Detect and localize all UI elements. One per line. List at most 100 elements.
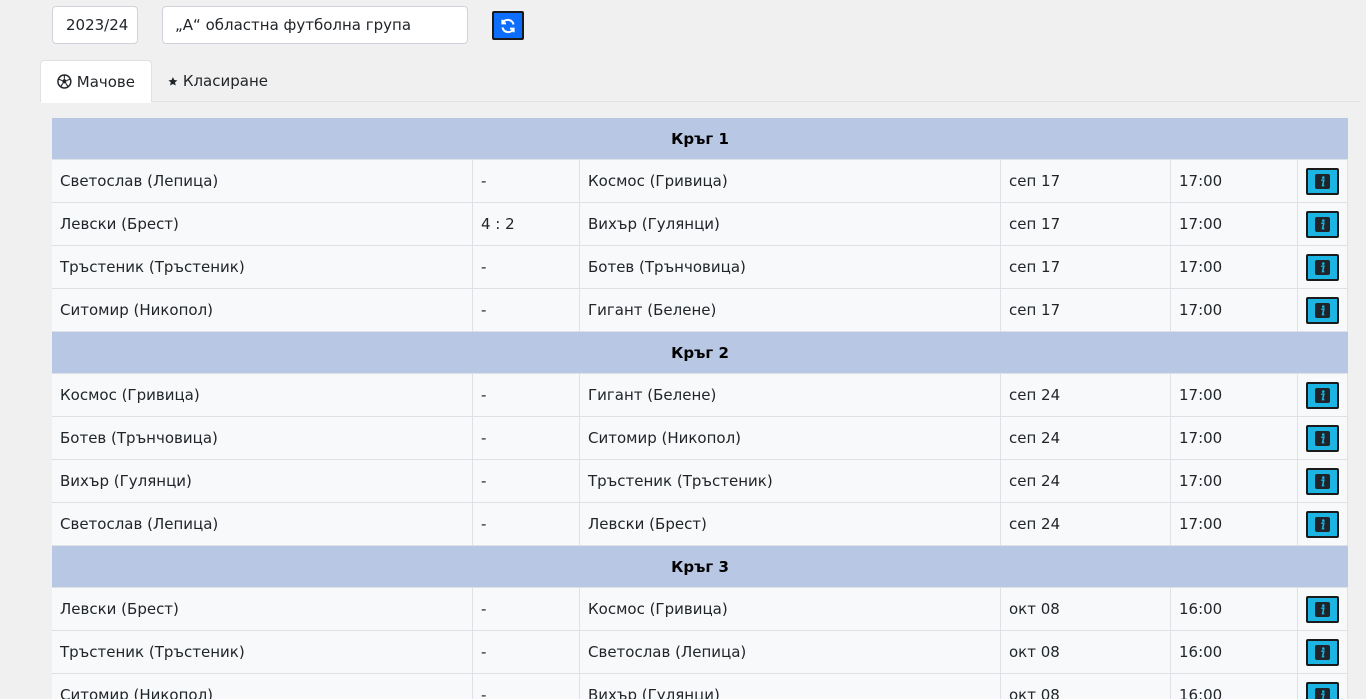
- match-info-button[interactable]: [1306, 681, 1339, 699]
- round-header: Кръг 3: [52, 546, 1348, 588]
- info-icon: [1315, 216, 1330, 232]
- match-date-cell: сеп 24: [1001, 417, 1171, 459]
- match-info-cell: [1298, 160, 1348, 202]
- round-header: Кръг 1: [52, 118, 1348, 160]
- info-icon: [1315, 687, 1330, 699]
- match-row: Космос (Гривица) - Гигант (Белене) сеп 24 17…: [52, 374, 1348, 417]
- tab-matches[interactable]: Мачове: [40, 60, 152, 103]
- match-info-button[interactable]: [1306, 595, 1339, 623]
- match-date-cell: окт 08: [1001, 631, 1171, 673]
- away-team-cell: Левски (Брест): [580, 503, 1001, 545]
- match-info-cell: [1298, 203, 1348, 245]
- info-icon: [1315, 430, 1330, 446]
- score-cell: -: [473, 160, 580, 202]
- match-date-cell: сеп 17: [1001, 246, 1171, 288]
- away-team-cell: Ботев (Трънчовица): [580, 246, 1001, 288]
- score-cell: -: [473, 674, 580, 699]
- league-select-value: „А“ областна футболна група: [175, 16, 412, 34]
- match-date-cell: окт 08: [1001, 674, 1171, 699]
- info-icon: [1315, 259, 1330, 275]
- star-icon: [168, 76, 178, 86]
- match-info-cell: [1298, 289, 1348, 331]
- match-date-cell: сеп 24: [1001, 374, 1171, 416]
- match-time-cell: 16:00: [1171, 674, 1298, 699]
- match-info-cell: [1298, 374, 1348, 416]
- home-team-cell: Тръстеник (Тръстеник): [52, 246, 473, 288]
- info-icon: [1315, 473, 1330, 489]
- info-icon: [1315, 601, 1330, 617]
- score-cell: -: [473, 289, 580, 331]
- tab-standings-label: Класиране: [182, 72, 268, 90]
- match-info-cell: [1298, 417, 1348, 459]
- soccer-ball-icon: [57, 74, 72, 89]
- match-date-cell: окт 08: [1001, 588, 1171, 630]
- match-info-cell: [1298, 460, 1348, 502]
- match-time-cell: 17:00: [1171, 460, 1298, 502]
- season-select[interactable]: 2023/24: [52, 6, 138, 44]
- round-header: Кръг 2: [52, 332, 1348, 374]
- match-info-button[interactable]: [1306, 510, 1339, 538]
- score-cell: -: [473, 503, 580, 545]
- match-info-cell: [1298, 588, 1348, 630]
- match-row: Светослав (Лепица) - Левски (Брест) сеп 24 1…: [52, 503, 1348, 546]
- match-date-cell: сеп 24: [1001, 503, 1171, 545]
- score-cell: -: [473, 417, 580, 459]
- match-info-button[interactable]: [1306, 424, 1339, 452]
- match-info-button[interactable]: [1306, 467, 1339, 495]
- away-team-cell: Космос (Гривица): [580, 588, 1001, 630]
- match-time-cell: 17:00: [1171, 160, 1298, 202]
- score-cell: -: [473, 588, 580, 630]
- score-cell: -: [473, 374, 580, 416]
- match-time-cell: 17:00: [1171, 289, 1298, 331]
- match-row: Ситомир (Никопол) - Вихър (Гулянци) окт 08 1…: [52, 674, 1348, 699]
- match-row: Ботев (Трънчовица) - Ситомир (Никопол) сеп …: [52, 417, 1348, 460]
- match-info-cell: [1298, 246, 1348, 288]
- match-info-button[interactable]: [1306, 638, 1339, 666]
- info-icon: [1315, 387, 1330, 403]
- match-row: Левски (Брест) 4 : 2 Вихър (Гулянци) сеп 17…: [52, 203, 1348, 246]
- info-icon: [1315, 516, 1330, 532]
- league-select[interactable]: „А“ областна футболна група: [162, 6, 468, 44]
- match-info-cell: [1298, 631, 1348, 673]
- home-team-cell: Вихър (Гулянци): [52, 460, 473, 502]
- match-info-button[interactable]: [1306, 167, 1339, 195]
- away-team-cell: Вихър (Гулянци): [580, 203, 1001, 245]
- score-cell: -: [473, 460, 580, 502]
- home-team-cell: Ситомир (Никопол): [52, 674, 473, 699]
- score-cell: -: [473, 246, 580, 288]
- home-team-cell: Ситомир (Никопол): [52, 289, 473, 331]
- away-team-cell: Вихър (Гулянци): [580, 674, 1001, 699]
- away-team-cell: Светослав (Лепица): [580, 631, 1001, 673]
- home-team-cell: Тръстеник (Тръстеник): [52, 631, 473, 673]
- refresh-button[interactable]: [492, 11, 524, 40]
- match-info-button[interactable]: [1306, 381, 1339, 409]
- match-info-cell: [1298, 503, 1348, 545]
- away-team-cell: Гигант (Белене): [580, 374, 1001, 416]
- match-time-cell: 17:00: [1171, 374, 1298, 416]
- match-time-cell: 17:00: [1171, 417, 1298, 459]
- info-icon: [1315, 173, 1330, 189]
- away-team-cell: Космос (Гривица): [580, 160, 1001, 202]
- match-date-cell: сеп 17: [1001, 289, 1171, 331]
- away-team-cell: Ситомир (Никопол): [580, 417, 1001, 459]
- match-row: Тръстеник (Тръстеник) - Ботев (Трънчовица)…: [52, 246, 1348, 289]
- match-info-button[interactable]: [1306, 253, 1339, 281]
- season-select-value: 2023/24: [66, 16, 129, 34]
- score-cell: -: [473, 631, 580, 673]
- tab-matches-label: Мачове: [76, 72, 135, 91]
- home-team-cell: Левски (Брест): [52, 203, 473, 245]
- away-team-cell: Тръстеник (Тръстеник): [580, 460, 1001, 502]
- match-date-cell: сеп 24: [1001, 460, 1171, 502]
- info-icon: [1315, 302, 1330, 318]
- match-info-button[interactable]: [1306, 296, 1339, 324]
- match-time-cell: 17:00: [1171, 203, 1298, 245]
- match-info-button[interactable]: [1306, 210, 1339, 238]
- home-team-cell: Космос (Гривица): [52, 374, 473, 416]
- match-row: Тръстеник (Тръстеник) - Светослав (Лепица)…: [52, 631, 1348, 674]
- away-team-cell: Гигант (Белене): [580, 289, 1001, 331]
- info-icon: [1315, 644, 1330, 660]
- match-time-cell: 16:00: [1171, 588, 1298, 630]
- home-team-cell: Левски (Брест): [52, 588, 473, 630]
- matches-table: Кръг 1 Светослав (Лепица) - Космос (Гривица…: [52, 118, 1348, 699]
- tab-standings[interactable]: Класиране: [152, 60, 284, 102]
